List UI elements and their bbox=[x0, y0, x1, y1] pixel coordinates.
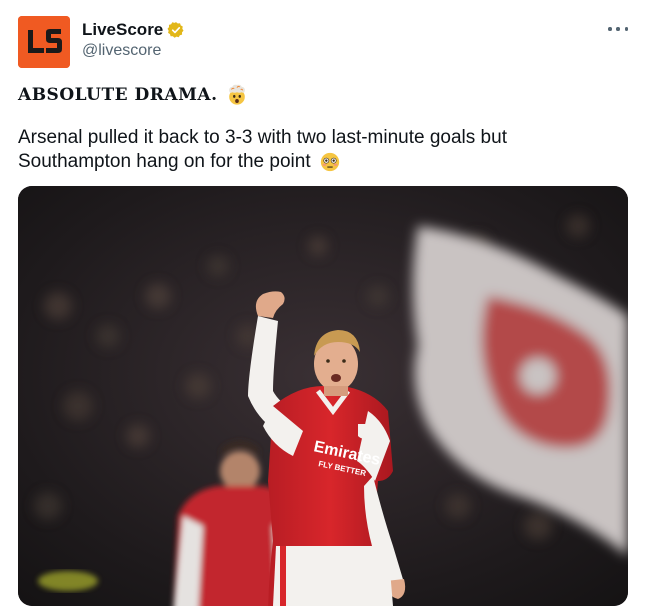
tweet-body: Arsenal pulled it back to 3-3 with two l… bbox=[18, 126, 618, 174]
livescore-logo-icon bbox=[18, 16, 70, 68]
dot bbox=[608, 27, 612, 31]
dot bbox=[616, 27, 620, 31]
dot bbox=[624, 27, 628, 31]
photo-icon: Emirates FLY BETTER bbox=[18, 186, 628, 606]
body-line-2-wrap: Southampton hang on for the point bbox=[18, 150, 618, 174]
body-line-1: Arsenal pulled it back to 3-3 with two l… bbox=[18, 127, 507, 148]
name-row[interactable]: LiveScore bbox=[82, 18, 185, 42]
tweet-media-photo[interactable]: Emirates FLY BETTER bbox=[18, 186, 628, 606]
handle[interactable]: @livescore bbox=[82, 42, 161, 60]
body-line-2: Southampton hang on for the point bbox=[18, 151, 311, 172]
display-name[interactable]: LiveScore bbox=[82, 20, 163, 40]
tweet-headline: ABSOLUTE DRAMA. bbox=[18, 84, 248, 106]
exploding-head-emoji-icon bbox=[228, 84, 245, 105]
headline-text: ABSOLUTE DRAMA. bbox=[18, 85, 218, 105]
more-options-icon[interactable] bbox=[608, 22, 628, 36]
flushed-face-emoji-icon bbox=[320, 152, 339, 172]
avatar[interactable] bbox=[18, 16, 70, 68]
tweet-card[interactable]: LiveScore @livescore ABSOLUTE DRAMA. Ars… bbox=[0, 0, 650, 606]
verified-badge-icon bbox=[167, 22, 184, 38]
